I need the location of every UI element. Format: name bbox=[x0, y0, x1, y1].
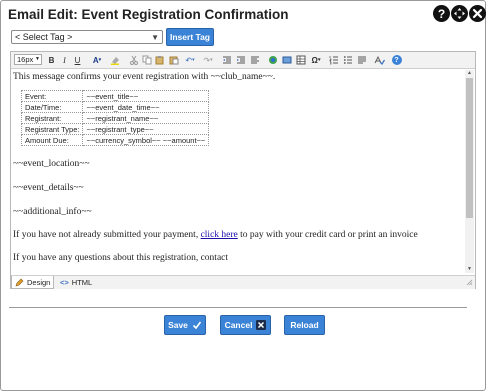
indent-icon[interactable] bbox=[235, 54, 246, 66]
save-button[interactable]: Save bbox=[164, 315, 206, 335]
editor-toolbar: 16px ▼ B I U A ▾ ↶ ▾ ↷ ▾ Ω ▾ ? bbox=[11, 52, 475, 69]
questions-text: If you have any questions about this reg… bbox=[13, 253, 229, 263]
table-row: Registrant: ~~registrant_name~~ bbox=[20, 112, 210, 124]
tab-html[interactable]: <> HTML bbox=[57, 276, 95, 289]
dialog-titlebar: Email Edit: Event Registration Confirmat… bbox=[1, 1, 486, 27]
tab-design[interactable]: Design bbox=[11, 276, 55, 289]
justify-icon[interactable] bbox=[356, 54, 367, 66]
table-label: Event: bbox=[20, 90, 84, 102]
editor-content[interactable]: This message confirms your event registr… bbox=[13, 70, 463, 270]
table-value: ~~event_date_time~~ bbox=[82, 101, 210, 113]
chevron-down-icon: ▼ bbox=[151, 33, 159, 42]
insert-tag-button[interactable]: Insert Tag bbox=[166, 28, 214, 46]
resize-handle-icon[interactable] bbox=[466, 279, 473, 286]
rich-text-editor: 16px ▼ B I U A ▾ ↶ ▾ ↷ ▾ Ω ▾ ? This mess… bbox=[10, 51, 476, 289]
media-icon[interactable] bbox=[281, 54, 292, 66]
table-value: ~~registrant_name~~ bbox=[82, 112, 210, 124]
tag-select[interactable]: < Select Tag > ▼ bbox=[11, 30, 163, 44]
divider bbox=[9, 307, 467, 308]
spellcheck-icon[interactable] bbox=[374, 54, 385, 66]
chevron-down-icon: ▼ bbox=[35, 56, 40, 62]
table-row: Date/Time: ~~event_date_time~~ bbox=[20, 101, 210, 113]
intro-text: This message confirms your event registr… bbox=[13, 72, 276, 82]
payment-link[interactable]: click here bbox=[201, 230, 238, 240]
reload-button[interactable]: Reload bbox=[284, 315, 325, 335]
cancel-button[interactable]: Cancel bbox=[220, 315, 271, 335]
scroll-down-icon[interactable]: ▼ bbox=[465, 266, 474, 273]
payment-text-before: If you have not already submitted your p… bbox=[13, 230, 199, 240]
table-label: Amount Due: bbox=[20, 134, 84, 146]
table-value: ~~event_title~~ bbox=[82, 90, 210, 102]
payment-text: If you have not already submitted your p… bbox=[13, 230, 418, 240]
paste-text-icon[interactable] bbox=[168, 54, 179, 66]
table-label: Date/Time: bbox=[20, 101, 84, 113]
help-icon[interactable]: ? bbox=[391, 54, 402, 66]
code-icon: <> bbox=[60, 278, 69, 287]
table-value: ~~currency_symbol~~ ~~amount~~ bbox=[82, 134, 210, 146]
tab-design-label: Design bbox=[27, 277, 51, 287]
details-text: ~~event_details~~ bbox=[13, 183, 84, 193]
save-button-label: Save bbox=[168, 320, 188, 330]
undo-icon[interactable]: ↶ ▾ bbox=[183, 54, 197, 66]
dialog-title: Email Edit: Event Registration Confirmat… bbox=[8, 7, 289, 22]
editor-mode-bar: Design <> HTML bbox=[11, 275, 475, 289]
image-icon[interactable] bbox=[267, 54, 278, 66]
font-color-icon[interactable]: A ▾ bbox=[90, 54, 104, 66]
ordered-list-icon[interactable] bbox=[328, 54, 339, 66]
highlight-color-icon[interactable] bbox=[109, 54, 123, 66]
copy-icon[interactable] bbox=[141, 54, 152, 66]
font-size-select[interactable]: 16px ▼ bbox=[14, 54, 42, 65]
italic-icon[interactable]: I bbox=[59, 54, 70, 66]
email-edit-dialog: Email Edit: Event Registration Confirmat… bbox=[0, 0, 486, 391]
table-label: Registrant Type: bbox=[20, 123, 84, 135]
question-icon[interactable]: ? bbox=[433, 5, 450, 22]
reload-button-label: Reload bbox=[290, 320, 319, 330]
table-row: Amount Due: ~~currency_symbol~~ ~~amount~… bbox=[20, 134, 210, 146]
redo-icon[interactable]: ↷ ▾ bbox=[201, 54, 215, 66]
cancel-button-label: Cancel bbox=[224, 320, 253, 330]
checkmark-icon bbox=[192, 321, 202, 330]
bold-icon[interactable]: B bbox=[46, 54, 57, 66]
special-chars-icon[interactable]: Ω ▾ bbox=[309, 54, 323, 66]
scroll-up-icon[interactable]: ▲ bbox=[465, 70, 474, 77]
payment-text-after: to pay with your credit card or print an… bbox=[240, 230, 418, 240]
editor-scrollbar[interactable]: ▲ ▼ bbox=[465, 70, 474, 273]
close-icon[interactable] bbox=[469, 5, 486, 22]
x-icon bbox=[256, 320, 267, 330]
pencil-icon bbox=[15, 278, 24, 286]
unordered-list-icon[interactable] bbox=[342, 54, 353, 66]
tab-html-label: HTML bbox=[71, 278, 93, 287]
font-size-value: 16px bbox=[17, 55, 34, 64]
table-value: ~~registrant_type~~ bbox=[82, 123, 210, 135]
table-row: Event: ~~event_title~~ bbox=[20, 90, 210, 102]
outdent-icon[interactable] bbox=[221, 54, 232, 66]
move-arrows-icon[interactable] bbox=[451, 5, 468, 22]
underline-icon[interactable]: U bbox=[72, 54, 83, 66]
paste-icon[interactable] bbox=[154, 54, 165, 66]
table-row: Registrant Type: ~~registrant_type~~ bbox=[20, 123, 210, 135]
scrollbar-thumb[interactable] bbox=[466, 78, 473, 218]
table-icon[interactable] bbox=[295, 54, 306, 66]
table-label: Registrant: bbox=[20, 112, 84, 124]
additional-info-text: ~~additional_info~~ bbox=[13, 207, 92, 217]
cut-icon[interactable] bbox=[128, 54, 139, 66]
tag-select-value: < Select Tag > bbox=[15, 32, 73, 42]
location-text: ~~event_location~~ bbox=[13, 159, 90, 169]
align-icon[interactable] bbox=[249, 54, 260, 66]
registration-details-table: Event: ~~event_title~~ Date/Time: ~~event_… bbox=[20, 90, 210, 146]
